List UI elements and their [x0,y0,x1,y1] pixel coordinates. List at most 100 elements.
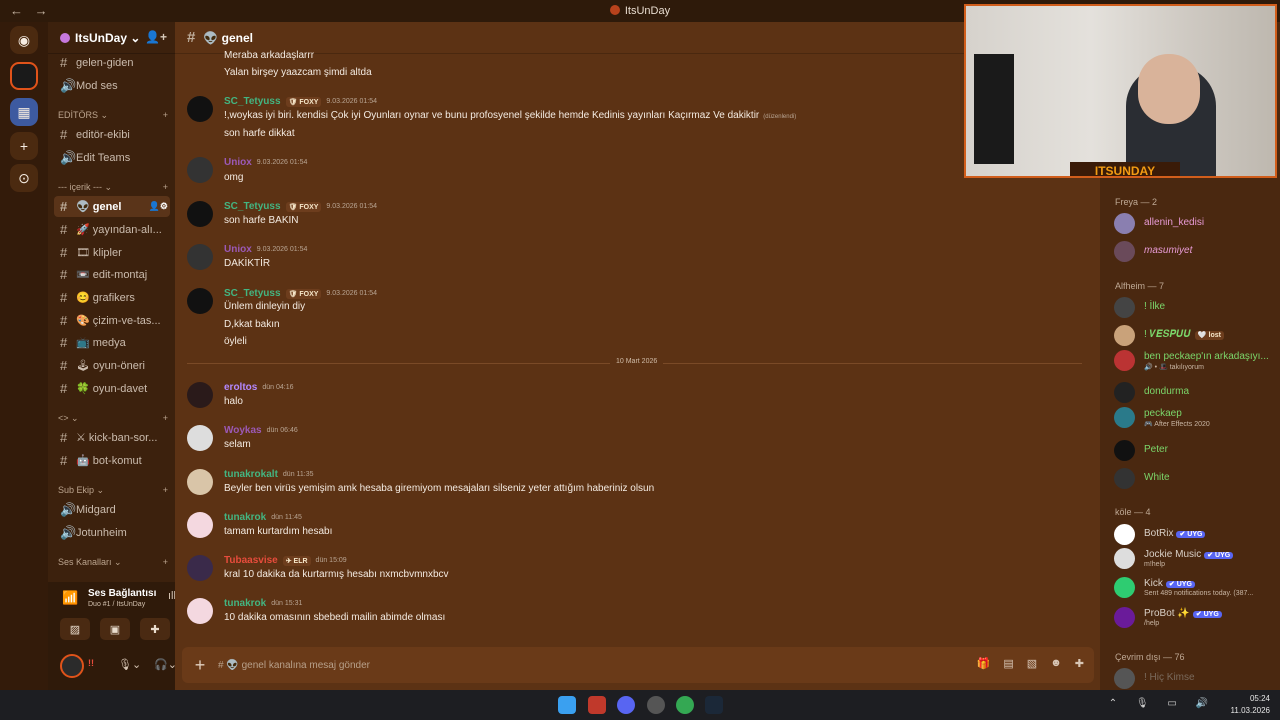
noise-suppression-icon[interactable]: ıll [168,590,175,602]
avatar[interactable] [187,598,213,624]
voicemeeter-icon[interactable] [588,696,606,714]
member-item[interactable]: BotRix ✔ UYG [1114,522,1279,546]
clock[interactable]: 05:24 11.03.2026 [1231,693,1270,717]
channel-item[interactable]: 🔊 Midgard [54,499,170,520]
apps-icon[interactable]: ✚ [1075,657,1084,670]
channel-item[interactable]: # ⚔ kick-ban-sor... [54,427,170,448]
add-channel-icon[interactable]: + [163,182,168,193]
member-name: BotRix ✔ UYG [1144,528,1206,539]
member-item[interactable]: ProBot ✨ ✔ UYG/help [1114,605,1279,629]
message-author[interactable]: tunakrokalt [224,469,278,480]
server-folder-icon[interactable]: ▦ [10,98,38,126]
add-server-icon[interactable]: + [10,132,38,160]
member-item[interactable]: peckaep 🎮 After Effects 2020 [1114,405,1279,429]
avatar[interactable] [187,382,213,408]
channel-item[interactable]: # 🍀 oyun-davet [54,378,170,399]
member-item[interactable]: ben peckaep'ın arkadaşıyı... 🔊 • 🎩 takılı… [1114,348,1279,372]
channel-category[interactable]: --- içerik --- ⌄ + [58,182,168,193]
message-author[interactable]: eroltos [224,382,257,393]
channel-item[interactable]: # 🕹 oyun-öneri [54,355,170,376]
channel-item[interactable]: # 🤖 bot-komut [54,450,170,471]
steam-icon[interactable] [705,696,723,714]
message-header: Tubaasvise ✈ ELR dün 15:09 [224,555,347,566]
channel-item[interactable]: # 😊 grafikers [54,287,170,308]
member-item[interactable]: ! Hiç Kimse [1114,666,1279,690]
member-item[interactable]: allenin_kedisi [1114,211,1279,235]
channel-item[interactable]: # editör-ekibi [54,124,170,145]
message-timestamp: 9.03.2026 01:54 [326,290,378,297]
add-channel-icon[interactable]: + [163,413,168,424]
sticker-icon[interactable]: ▧ [1027,657,1037,670]
message-author[interactable]: SC_Tetyuss [224,96,281,107]
add-channel-icon[interactable]: + [163,557,168,568]
avatar[interactable] [187,512,213,538]
avatar[interactable] [187,157,213,183]
emoji-icon[interactable]: ☻ [1050,657,1062,670]
channel-item[interactable]: # 🎞 klipler [54,242,170,263]
channel-category[interactable]: Sub Ekip ⌄ + [58,485,168,496]
server-header[interactable]: ItsUnDay ⌄ 👤+ [48,22,175,54]
member-item[interactable]: Peter [1114,438,1279,462]
channel-item[interactable]: # 📺 medya [54,332,170,353]
screen-share-button[interactable]: ▣ [100,618,130,640]
channel-item[interactable]: # 🎨 çizim-ve-tas... [54,310,170,331]
avatar[interactable] [187,555,213,581]
system-tray-icons[interactable]: ⌃ 🎙 ▭ 🔊 [1109,698,1216,709]
add-channel-icon[interactable]: + [163,110,168,121]
member-item[interactable]: ! 𝑽𝑬𝑺𝑷𝑼𝑼 🤍 lost [1114,323,1279,347]
channel-item[interactable]: 🔊 Mod ses [54,75,170,96]
chrome-icon[interactable] [676,696,694,714]
channel-item[interactable]: # 📼 edit-montaj [54,264,170,285]
channel-item[interactable]: # 🚀 yayından-alı... [54,219,170,240]
headphones-icon[interactable]: 🎧⌄ [154,658,175,671]
gif-icon[interactable]: ▤ [1003,657,1013,670]
member-item[interactable]: masumiyet [1114,239,1279,263]
avatar[interactable] [187,96,213,122]
avatar [1114,213,1135,234]
channel-item[interactable]: 🔊 Edit Teams [54,147,170,168]
member-item[interactable]: dondurma [1114,380,1279,404]
avatar[interactable] [60,654,84,678]
message-author[interactable]: tunakrok [224,598,266,609]
message-author[interactable]: SC_Tetyuss [224,288,281,299]
avatar[interactable] [187,244,213,270]
explore-icon[interactable]: ⊙ [10,164,38,192]
add-user-icon[interactable]: 👤+ [145,30,167,44]
avatar[interactable] [187,201,213,227]
discord-taskbar-icon[interactable] [617,696,635,714]
member-item[interactable]: Kick ✔ UYG Sent 489 notifications today. (… [1114,575,1279,599]
member-item[interactable]: ! İlke [1114,295,1279,319]
message-author[interactable]: Woykas [224,425,262,436]
avatar[interactable] [187,288,213,314]
add-channel-icon[interactable]: + [163,485,168,496]
channel-category[interactable]: <> ⌄ + [58,413,168,424]
discord-home-icon[interactable]: ◉ [10,26,38,54]
camera-off-button[interactable]: ▨ [60,618,90,640]
channel-settings-icon[interactable]: 👤⚙ [149,201,170,212]
obs-icon[interactable] [647,696,665,714]
channel-item[interactable]: 🔊 Jotunheim [54,522,170,543]
activities-button[interactable]: ✚ [140,618,170,640]
member-item[interactable]: White [1114,466,1279,490]
channel-item[interactable]: # 👽 genel 👤⚙ [54,196,170,217]
gift-icon[interactable]: 🎁 [977,657,991,670]
message-input[interactable]: # 👽 genel kanalına mesaj gönder [218,660,370,671]
message-composer[interactable]: + # 👽 genel kanalına mesaj gönder 🎁 ▤ ▧ … [182,647,1094,683]
message-author[interactable]: SC_Tetyuss [224,201,281,212]
message-author[interactable]: Uniox [224,244,252,255]
attach-plus-icon[interactable]: + [182,655,218,676]
avatar[interactable] [187,425,213,451]
category-label: <> ⌄ [58,413,79,423]
message-author[interactable]: Uniox [224,157,252,168]
member-item[interactable]: Jockie Music ✔ UYG m!help [1114,546,1279,570]
server-itsunday-icon[interactable] [10,62,38,90]
microphone-icon[interactable]: 🎙⌄ [118,658,141,671]
message-author[interactable]: tunakrok [224,512,266,523]
channel-category[interactable]: Ses Kanalları ⌄ + [58,557,168,568]
channel-category[interactable]: EDİTÖRS ⌄ + [58,110,168,121]
hash-icon: # [60,358,68,373]
message-author[interactable]: Tubaasvise [224,555,278,566]
avatar[interactable] [187,469,213,495]
channel-item[interactable]: # gelen-giden [54,52,170,73]
start-icon[interactable] [558,696,576,714]
